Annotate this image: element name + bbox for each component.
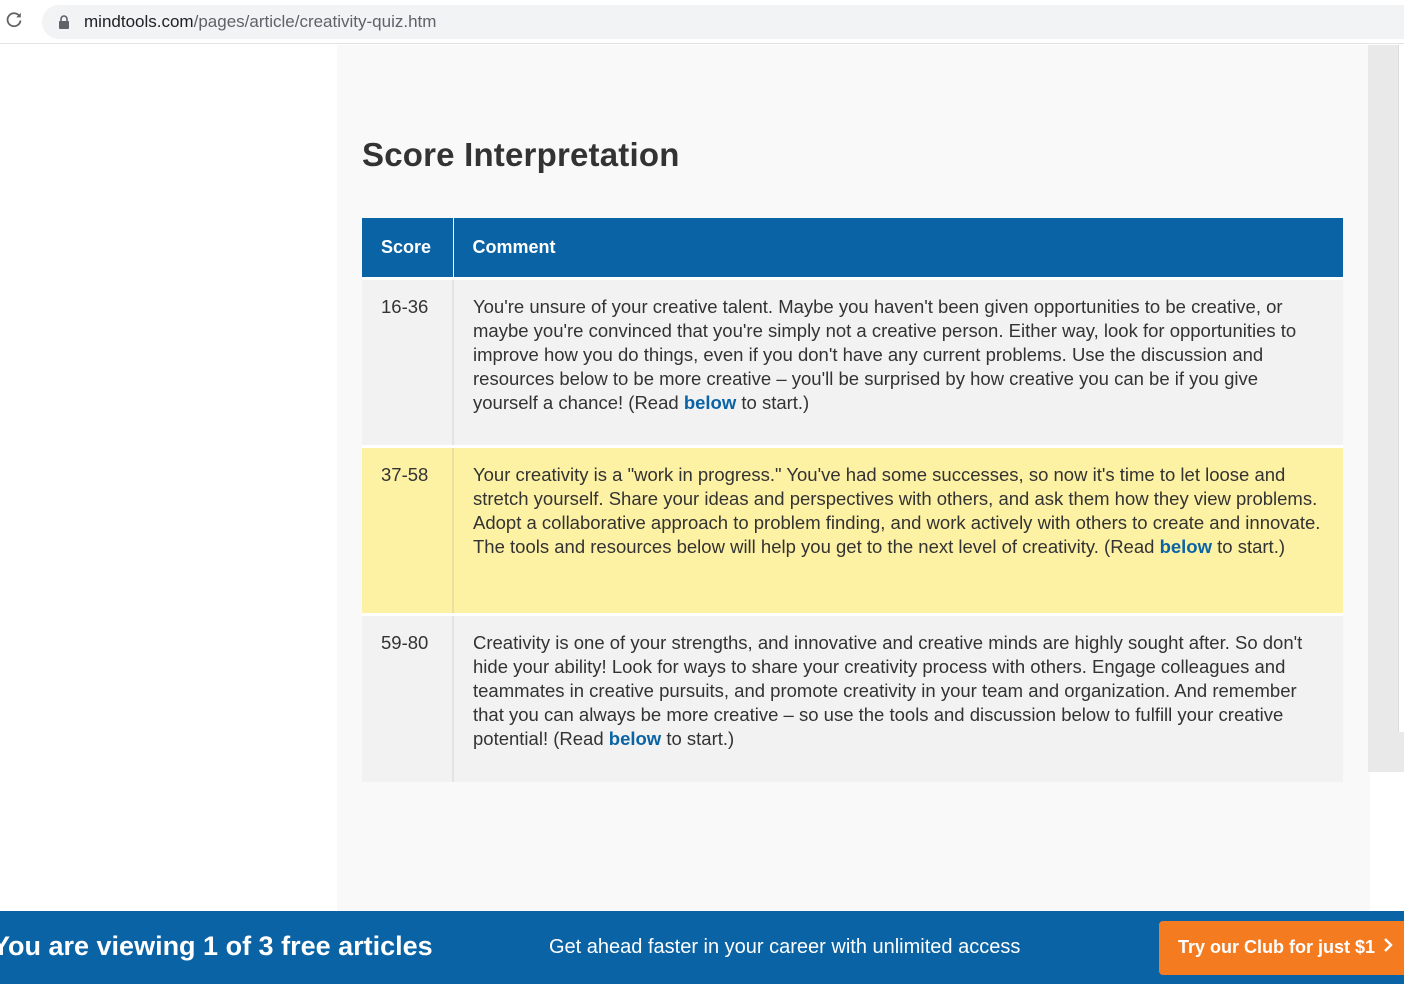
section-title: Score Interpretation bbox=[362, 136, 680, 173]
score-cell: 59-80 bbox=[362, 612, 454, 782]
banner-subtitle: Get ahead faster in your career with unl… bbox=[549, 936, 1021, 958]
score-cell: 37-58 bbox=[362, 444, 454, 614]
column-header-score: Score bbox=[362, 218, 454, 278]
below-link[interactable]: below bbox=[1160, 536, 1212, 557]
below-link[interactable]: below bbox=[684, 392, 736, 413]
comment-end: to start.) bbox=[736, 391, 810, 413]
free-articles-banner: You are viewing 1 of 3 free articles Get… bbox=[0, 911, 1404, 984]
table-row: 16-36 You're unsure of your creative tal… bbox=[362, 276, 1343, 446]
table-header-row: Score Comment bbox=[362, 218, 1343, 278]
url-path: /pages/article/creativity-quiz.htm bbox=[193, 12, 437, 31]
banner-title: You are viewing 1 of 3 free articles bbox=[0, 931, 433, 961]
right-sidebar-panel bbox=[1398, 45, 1404, 732]
below-link[interactable]: below bbox=[609, 728, 661, 749]
table-row: 59-80 Creativity is one of your strength… bbox=[362, 612, 1343, 782]
address-bar[interactable]: mindtools.com/pages/article/creativity-q… bbox=[42, 5, 1404, 39]
comment-end: to start.) bbox=[661, 727, 735, 749]
score-interpretation-table: Score Comment 16-36 You're unsure of you… bbox=[362, 218, 1343, 782]
score-cell: 16-36 bbox=[362, 276, 454, 446]
chevron-right-icon bbox=[1383, 937, 1393, 956]
lock-icon[interactable] bbox=[58, 15, 70, 29]
comment-cell: Creativity is one of your strengths, and… bbox=[453, 612, 1343, 782]
browser-url-bar: mindtools.com/pages/article/creativity-q… bbox=[0, 0, 1404, 44]
comment-text: You're unsure of your creative talent. M… bbox=[473, 295, 1297, 413]
column-header-comment: Comment bbox=[453, 218, 1343, 278]
comment-cell: Your creativity is a "work in progress."… bbox=[453, 444, 1343, 614]
comment-end: to start.) bbox=[1212, 535, 1285, 557]
comment-cell: You're unsure of your creative talent. M… bbox=[453, 276, 1343, 446]
reload-icon[interactable] bbox=[4, 10, 24, 30]
url-text[interactable]: mindtools.com/pages/article/creativity-q… bbox=[84, 13, 436, 31]
try-club-button[interactable]: Try our Club for just $1 bbox=[1159, 921, 1404, 975]
comment-text: Creativity is one of your strengths, and… bbox=[473, 631, 1303, 749]
url-domain: mindtools.com bbox=[84, 12, 194, 31]
table-row-highlighted: 37-58 Your creativity is a "work in prog… bbox=[362, 444, 1343, 614]
try-club-label: Try our Club for just $1 bbox=[1178, 937, 1376, 957]
